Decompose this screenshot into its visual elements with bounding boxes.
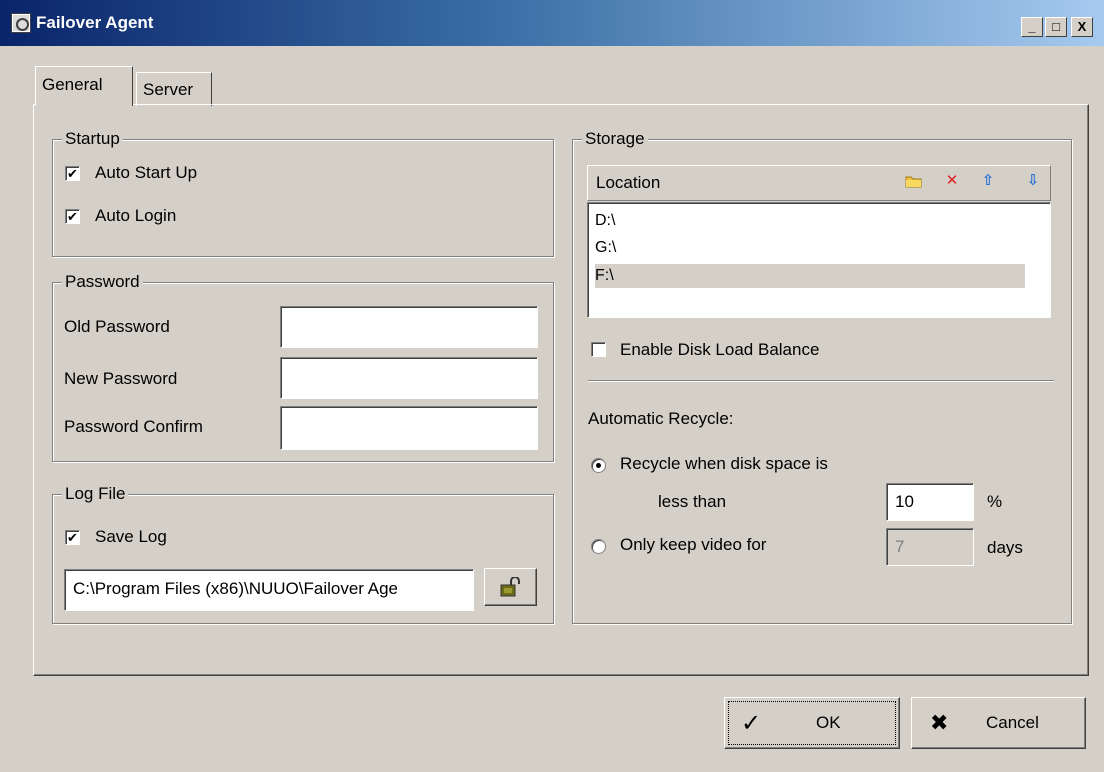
location-item[interactable]: D:\ xyxy=(595,209,1025,233)
move-up-icon[interactable]: ⇧ xyxy=(980,173,996,189)
days-unit: days xyxy=(987,538,1023,557)
x-icon: ✖ xyxy=(930,710,949,735)
new-password-field[interactable] xyxy=(280,357,538,399)
recycle-heading: Automatic Recycle: xyxy=(588,409,734,428)
tab-server[interactable]: Server xyxy=(136,72,212,106)
log-path-field[interactable]: C:\Program Files (x86)\NUUO\Failover Age xyxy=(64,569,474,611)
cancel-button[interactable]: ✖ Cancel xyxy=(911,697,1086,749)
browse-log-button[interactable] xyxy=(484,568,537,606)
divider xyxy=(588,380,1054,382)
auto-start-label[interactable]: Auto Start Up xyxy=(95,163,197,183)
maximize-button[interactable]: □ xyxy=(1045,17,1067,37)
recycle-disk-radio[interactable] xyxy=(591,458,606,473)
cancel-label: Cancel xyxy=(986,713,1039,732)
close-button[interactable]: X xyxy=(1071,17,1093,37)
password-confirm-field[interactable] xyxy=(280,406,538,450)
move-down-icon[interactable]: ⇩ xyxy=(1025,173,1041,189)
load-balance-checkbox[interactable] xyxy=(591,342,606,357)
title-bar[interactable] xyxy=(0,0,1104,46)
auto-start-checkbox[interactable]: ✔ xyxy=(65,166,80,181)
open-lock-icon xyxy=(500,577,520,597)
new-password-label: New Password xyxy=(64,369,178,388)
logfile-legend: Log File xyxy=(62,484,129,504)
keep-days-field[interactable]: 7 xyxy=(886,528,974,566)
recycle-disk-label[interactable]: Recycle when disk space is xyxy=(620,454,828,474)
ok-label: OK xyxy=(816,713,841,732)
tab-general[interactable]: General xyxy=(35,66,133,106)
minimize-button[interactable]: _ xyxy=(1021,17,1043,37)
old-password-field[interactable] xyxy=(280,306,538,348)
keep-days-label[interactable]: Only keep video for xyxy=(620,535,766,555)
load-balance-label[interactable]: Enable Disk Load Balance xyxy=(620,340,819,360)
save-log-checkbox[interactable]: ✔ xyxy=(65,530,80,545)
location-header-label: Location xyxy=(596,173,661,192)
recycle-disk-label-2: less than xyxy=(658,492,727,511)
startup-legend: Startup xyxy=(62,129,123,149)
app-icon[interactable] xyxy=(11,13,31,33)
storage-legend: Storage xyxy=(582,129,648,149)
password-legend: Password xyxy=(62,272,143,292)
add-folder-icon[interactable] xyxy=(905,173,922,189)
save-log-label[interactable]: Save Log xyxy=(95,527,167,547)
delete-location-icon[interactable]: ✕ xyxy=(944,173,960,189)
password-confirm-label: Password Confirm xyxy=(64,417,203,436)
check-icon: ✓ xyxy=(741,710,762,737)
startup-group xyxy=(52,139,554,257)
old-password-label: Old Password xyxy=(64,317,170,336)
window-title: Failover Agent xyxy=(36,13,154,32)
auto-login-checkbox[interactable]: ✔ xyxy=(65,209,80,224)
percent-unit: % xyxy=(987,492,1003,511)
location-item-selected[interactable]: F:\ xyxy=(595,264,1025,288)
location-item[interactable]: G:\ xyxy=(595,236,1025,260)
disk-percent-field[interactable]: 10 xyxy=(886,483,974,521)
keep-days-radio[interactable] xyxy=(591,539,606,554)
ok-button[interactable]: ✓ OK xyxy=(724,697,900,749)
auto-login-label[interactable]: Auto Login xyxy=(95,206,176,226)
